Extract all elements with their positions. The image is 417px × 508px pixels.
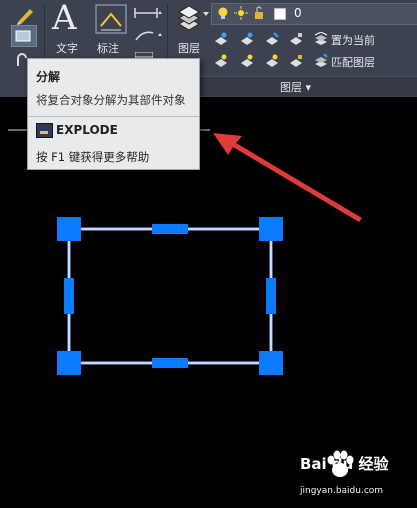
layer-properties-label[interactable]: 图层 [178,40,200,56]
tooltip-separator [28,116,199,117]
corner-grip-bottom-right[interactable] [259,351,283,375]
color-swatch [274,8,286,20]
tooltip-description: 将复合对象分解为其部件对象 [36,93,186,107]
layer-panel-label[interactable]: 图层 ▾ [280,79,311,95]
layer-dropdown[interactable]: 0 [211,3,417,25]
layer-name: 0 [294,6,302,20]
set-current-icon[interactable] [314,32,328,46]
red-arrow-annotation [213,133,362,222]
dimension-tool-icon[interactable] [95,4,127,34]
layer-properties-icon[interactable] [176,4,202,34]
layer-tool-4-icon[interactable] [289,32,303,46]
dimension-tool-label[interactable]: 标注 [97,40,119,56]
mid-grip-top[interactable] [152,224,188,234]
leader-icon[interactable] [133,27,163,43]
watermark-brand: Bai du 经验 [300,455,389,473]
linear-dim-icon[interactable] [133,5,163,21]
tooltip-command: EXPLODE [56,123,118,137]
explode-tooltip: 分解 将复合对象分解为其部件对象 EXPLODE 按 F1 键获得更多帮助 [27,58,200,170]
tooltip-help: 按 F1 键获得更多帮助 [36,150,150,164]
layer-tool-6-icon[interactable] [240,54,254,68]
dropdown-arrow-icon[interactable] [202,5,210,23]
layer-tool-1-icon[interactable] [214,32,228,46]
explode-tool-icon[interactable] [11,25,37,47]
selected-rectangle[interactable] [67,227,273,365]
unlock-icon[interactable] [252,6,266,20]
pencil-icon[interactable] [15,5,35,25]
layer-tool-3-icon[interactable] [265,32,279,46]
watermark-url: jingyan.baidu.com [300,486,384,496]
layer-tool-5-icon[interactable] [214,54,228,68]
command-icon [36,123,53,138]
match-layer-label[interactable]: 匹配图层 [331,54,375,70]
corner-grip-bottom-left[interactable] [57,351,81,375]
layer-panel-bar[interactable]: 图层 ▾ [200,76,417,96]
corner-grip-top-right[interactable] [259,217,283,241]
sun-icon[interactable] [234,6,248,20]
bulb-icon[interactable] [216,6,230,20]
mid-grip-bottom[interactable] [152,358,188,368]
mid-grip-left[interactable] [64,278,74,314]
layer-tool-7-icon[interactable] [265,54,279,68]
text-tool-icon[interactable]: A [52,0,77,38]
text-tool-label[interactable]: 文字 [56,40,78,56]
tooltip-title: 分解 [36,70,61,84]
match-layer-icon[interactable] [314,54,328,68]
layer-tool-2-icon[interactable] [240,32,254,46]
mid-grip-right[interactable] [266,278,276,314]
set-current-label[interactable]: 置为当前 [331,32,375,48]
corner-grip-top-left[interactable] [57,217,81,241]
layer-tool-8-icon[interactable] [289,54,303,68]
